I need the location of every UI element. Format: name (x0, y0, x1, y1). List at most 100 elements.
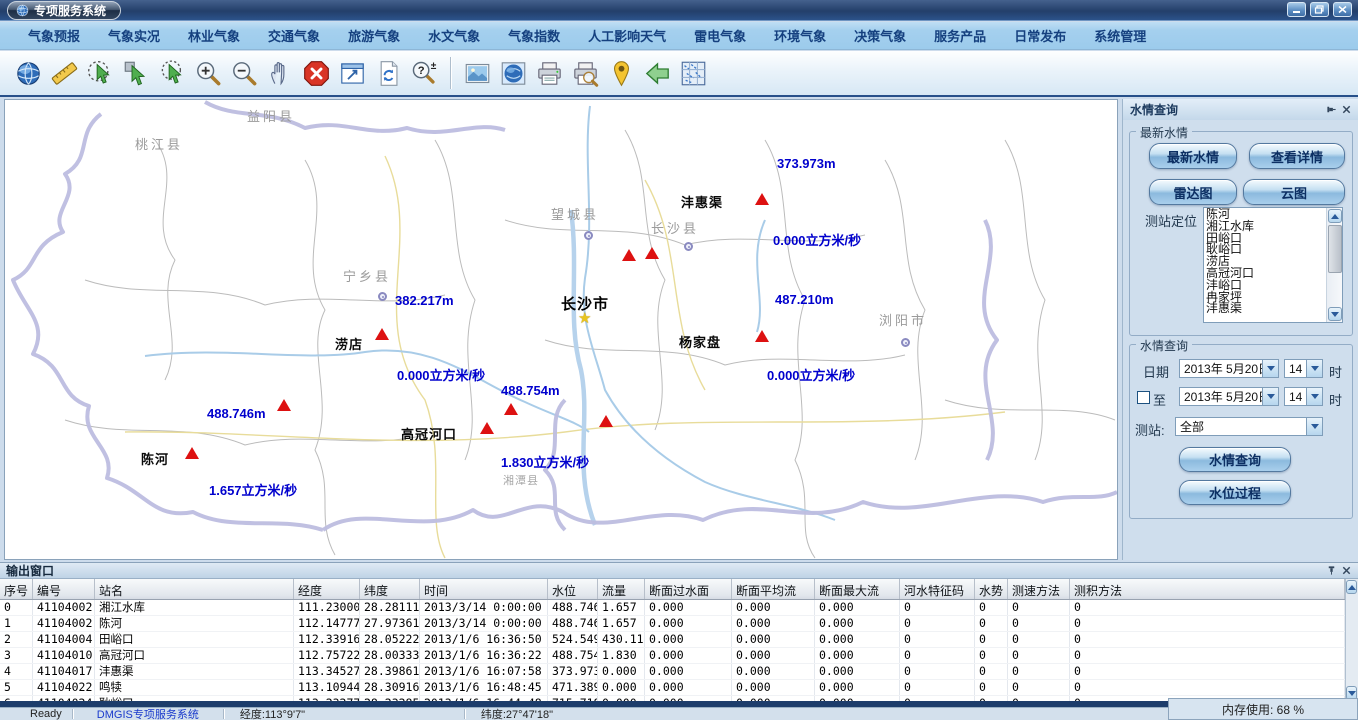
station-combo[interactable]: 全部 (1175, 417, 1323, 436)
button-云图[interactable]: 云图 (1243, 179, 1345, 205)
zoom-in-icon[interactable] (190, 55, 226, 91)
table-row[interactable]: 241104004田峪口112.33916728.0522222013/1/6 … (0, 632, 1345, 648)
location-pin-icon[interactable] (603, 55, 639, 91)
station-marker-triangle[interactable] (277, 399, 291, 411)
column-header-流量[interactable]: 流量 (598, 579, 645, 599)
table-row[interactable]: 041104002湘江水库111.23000028.2811112013/3/1… (0, 600, 1345, 616)
station-list-scrollbar[interactable] (1326, 208, 1342, 322)
column-header-编号[interactable]: 编号 (33, 579, 95, 599)
scroll-down-icon[interactable] (1328, 307, 1342, 321)
menu-item-人工影响天气[interactable]: 人工影响天气 (574, 22, 680, 49)
menu-item-决策气象[interactable]: 决策气象 (840, 22, 920, 49)
column-header-站名[interactable]: 站名 (95, 579, 294, 599)
restore-button[interactable] (1310, 2, 1329, 17)
column-header-水位[interactable]: 水位 (548, 579, 598, 599)
menu-item-气象实况[interactable]: 气象实况 (94, 22, 174, 49)
table-cell: 28.003333 (360, 648, 420, 663)
world-map-icon[interactable] (495, 55, 531, 91)
stop-icon[interactable] (298, 55, 334, 91)
station-list-item[interactable]: 沣惠渠 (1206, 303, 1325, 315)
scroll-up-icon[interactable] (1328, 209, 1342, 223)
app-tab[interactable]: 专项服务系统 (7, 1, 121, 20)
column-header-纬度[interactable]: 纬度 (360, 579, 420, 599)
scroll-thumb[interactable] (1328, 225, 1342, 273)
to-checkbox[interactable] (1137, 391, 1150, 404)
menu-item-日常发布[interactable]: 日常发布 (1000, 22, 1080, 49)
button-水位过程[interactable]: 水位过程 (1179, 480, 1291, 505)
menu-item-气象预报[interactable]: 气象预报 (14, 22, 94, 49)
menu-item-气象指数[interactable]: 气象指数 (494, 22, 574, 49)
column-header-序号[interactable]: 序号 (0, 579, 33, 599)
identify-icon[interactable]: ?± (406, 55, 442, 91)
station-marker-triangle[interactable] (375, 328, 389, 340)
print-preview-icon[interactable] (567, 55, 603, 91)
chevron-down-icon[interactable] (1262, 388, 1278, 405)
pan-hand-icon[interactable] (262, 55, 298, 91)
map-annotation: 0.000立方米/秒 (397, 365, 485, 384)
button-最新水情[interactable]: 最新水情 (1149, 143, 1237, 169)
date-from-combo[interactable]: 2013年 5月20日 (1179, 359, 1279, 378)
close-button[interactable] (1333, 2, 1352, 17)
button-水情查询[interactable]: 水情查询 (1179, 447, 1291, 472)
station-marker-triangle[interactable] (480, 422, 494, 434)
table-row[interactable]: 341104010高冠河口112.75722228.0033332013/1/6… (0, 648, 1345, 664)
menu-item-系统管理[interactable]: 系统管理 (1080, 22, 1160, 49)
menu-item-林业气象[interactable]: 林业气象 (174, 22, 254, 49)
full-extent-icon[interactable] (334, 55, 370, 91)
pin-icon[interactable] (1324, 563, 1339, 578)
station-marker-triangle[interactable] (185, 447, 199, 459)
column-header-河水特征码[interactable]: 河水特征码 (900, 579, 975, 599)
hour-from-combo[interactable]: 14 (1284, 359, 1323, 378)
column-header-测积方法[interactable]: 测积方法 (1070, 579, 1345, 599)
deselect-circle-icon[interactable] (154, 55, 190, 91)
column-header-时间[interactable]: 时间 (420, 579, 548, 599)
panel-close-icon[interactable] (1339, 102, 1354, 117)
date-to-combo[interactable]: 2013年 5月20日 (1179, 387, 1279, 406)
select-by-circle-icon[interactable] (82, 55, 118, 91)
column-header-测速方法[interactable]: 测速方法 (1008, 579, 1070, 599)
select-arrow-icon[interactable] (118, 55, 154, 91)
menu-item-雷电气象[interactable]: 雷电气象 (680, 22, 760, 49)
photo-icon[interactable] (459, 55, 495, 91)
chevron-down-icon[interactable] (1306, 388, 1322, 405)
pin-icon[interactable] (1324, 102, 1339, 117)
print-icon[interactable] (531, 55, 567, 91)
chevron-down-icon[interactable] (1262, 360, 1278, 377)
menu-item-旅游气象[interactable]: 旅游气象 (334, 22, 414, 49)
back-arrow-icon[interactable] (639, 55, 675, 91)
globe-icon[interactable] (10, 55, 46, 91)
table-row[interactable]: 441104017沣惠渠113.34527828.3986112013/1/6 … (0, 664, 1345, 680)
output-close-icon[interactable] (1339, 563, 1354, 578)
button-查看详情[interactable]: 查看详情 (1249, 143, 1345, 169)
chevron-down-icon[interactable] (1306, 418, 1322, 435)
table-row[interactable]: 541104022鸣犊113.10944428.3091672013/1/6 1… (0, 680, 1345, 696)
station-listbox[interactable]: 陈河湘江水库田峪口耿峪口涝店高冠河口沣峪口冉家坪沣惠渠 (1203, 207, 1343, 323)
menu-item-交通气象[interactable]: 交通气象 (254, 22, 334, 49)
menu-item-水文气象[interactable]: 水文气象 (414, 22, 494, 49)
chevron-down-icon[interactable] (1306, 360, 1322, 377)
measure-ruler-icon[interactable] (46, 55, 82, 91)
station-marker-triangle[interactable] (504, 403, 518, 415)
table-row[interactable]: 141104002陈河112.14777827.9736112013/3/14 … (0, 616, 1345, 632)
table-scrollbar[interactable] (1345, 579, 1358, 701)
menu-item-环境气象[interactable]: 环境气象 (760, 22, 840, 49)
map-canvas[interactable]: 益阳县桃江县望城县长沙县宁乡县长沙市浏阳市湘潭县沣惠渠涝店杨家盘高冠河口陈河37… (4, 99, 1118, 560)
hour-to-combo[interactable]: 14 (1284, 387, 1323, 406)
station-marker-triangle[interactable] (645, 247, 659, 259)
station-marker-triangle[interactable] (755, 330, 769, 342)
scroll-up-icon[interactable] (1346, 580, 1357, 594)
menu-item-服务产品[interactable]: 服务产品 (920, 22, 1000, 49)
zoom-out-icon[interactable] (226, 55, 262, 91)
minimize-button[interactable] (1287, 2, 1306, 17)
column-header-经度[interactable]: 经度 (294, 579, 360, 599)
grid-map-icon[interactable] (675, 55, 711, 91)
column-header-水势[interactable]: 水势 (975, 579, 1008, 599)
column-header-断面平均流[interactable]: 断面平均流 (732, 579, 815, 599)
refresh-page-icon[interactable] (370, 55, 406, 91)
button-雷达图[interactable]: 雷达图 (1149, 179, 1237, 205)
column-header-断面过水面[interactable]: 断面过水面 (645, 579, 732, 599)
column-header-断面最大流[interactable]: 断面最大流 (815, 579, 900, 599)
station-marker-triangle[interactable] (755, 193, 769, 205)
station-marker-triangle[interactable] (599, 415, 613, 427)
station-marker-triangle[interactable] (622, 249, 636, 261)
